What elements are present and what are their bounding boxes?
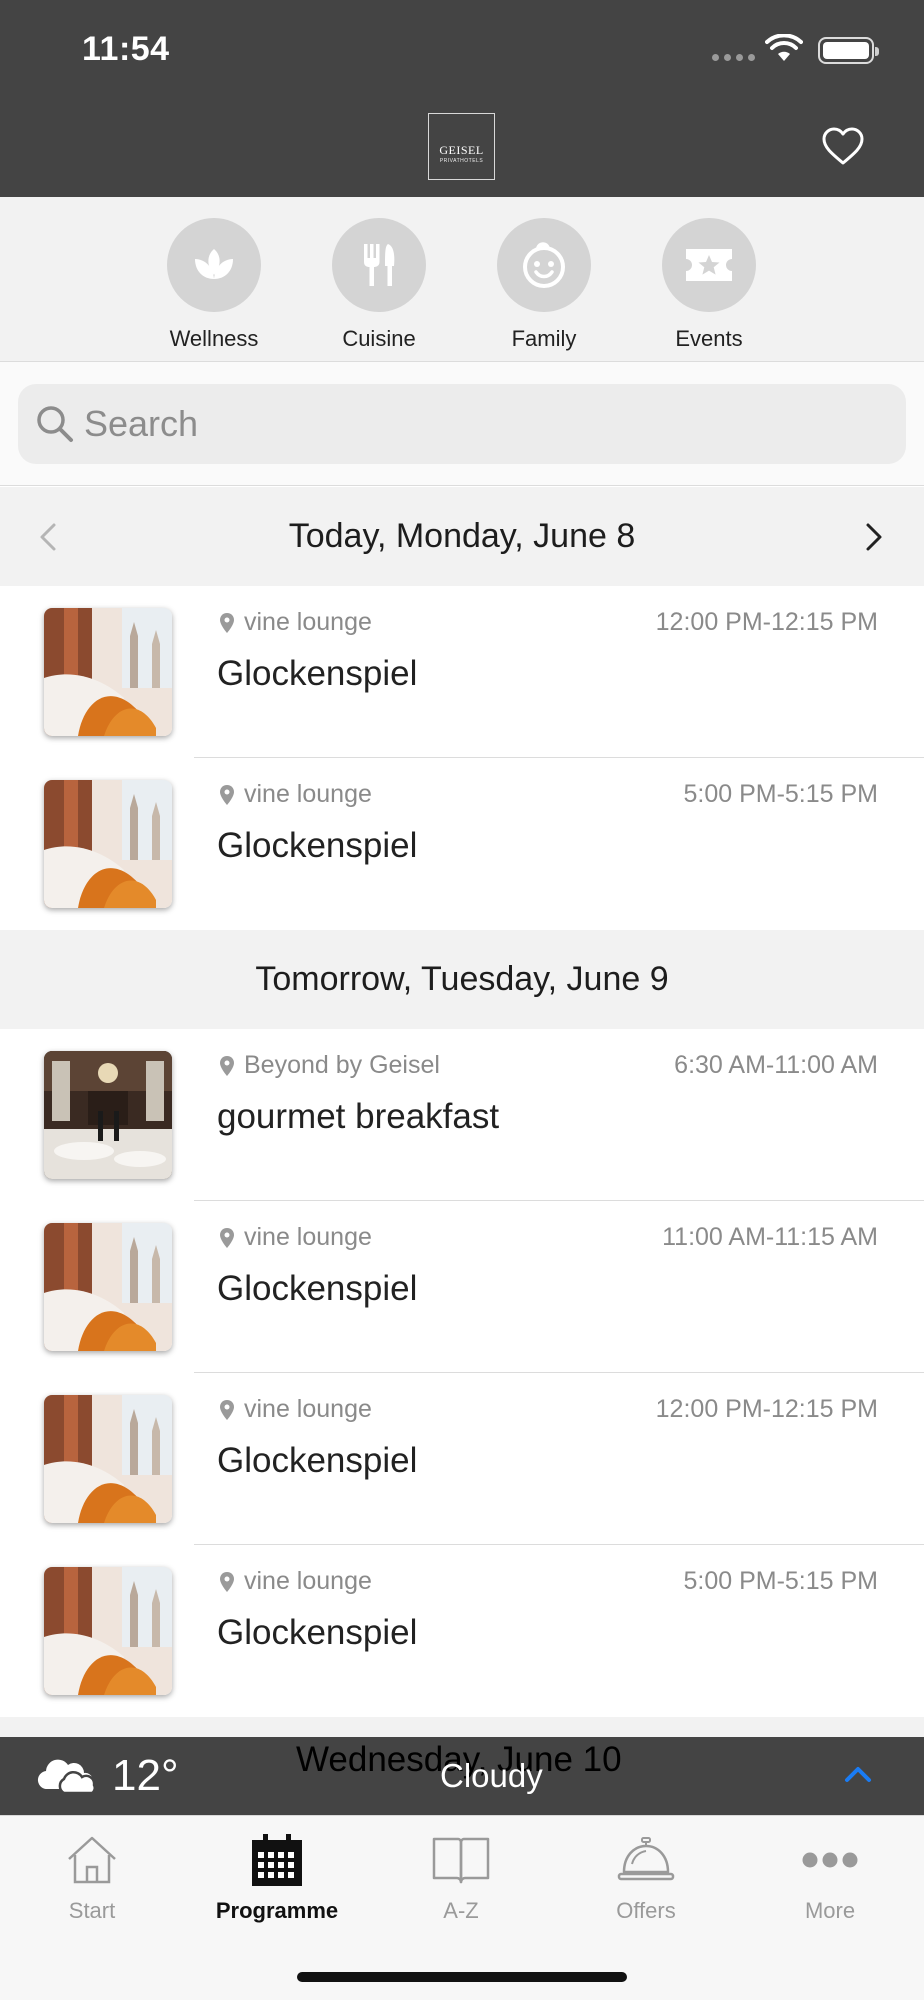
- event-row[interactable]: Beyond by Geisel 6:30 AM-11:00 AM gourme…: [0, 1029, 924, 1201]
- tab-label: A-Z: [443, 1898, 479, 1923]
- tab-start[interactable]: Start: [17, 1830, 167, 1924]
- event-row[interactable]: vine lounge 5:00 PM-5:15 PM Glockenspiel: [0, 1545, 924, 1717]
- battery-icon: [818, 37, 879, 64]
- search-input[interactable]: [84, 384, 884, 464]
- location-name: Beyond by Geisel: [244, 1051, 440, 1079]
- search-bar[interactable]: [18, 384, 906, 464]
- tab-label: Offers: [616, 1898, 676, 1923]
- book-icon: [431, 1830, 491, 1890]
- event-time: 5:00 PM-5:15 PM: [683, 1567, 878, 1595]
- category-family[interactable]: Family: [474, 218, 614, 352]
- weather-temperature: 12°: [112, 1751, 179, 1800]
- day-header-today: Today, Monday, June 8: [0, 487, 924, 586]
- location-name: vine lounge: [244, 1395, 372, 1423]
- logo-subtext: PRIVATHOTELS: [439, 158, 484, 164]
- event-row[interactable]: vine lounge 5:00 PM-5:15 PM Glockenspiel: [0, 758, 924, 930]
- event-title: gourmet breakfast: [217, 1097, 500, 1136]
- category-bar: Wellness Cuisine Family Events: [0, 197, 924, 362]
- event-row[interactable]: vine lounge 12:00 PM-12:15 PM Glockenspi…: [0, 1373, 924, 1545]
- event-row[interactable]: vine lounge 11:00 AM-11:15 AM Glockenspi…: [0, 1201, 924, 1373]
- search-area: [0, 362, 924, 486]
- event-title: Glockenspiel: [217, 826, 418, 865]
- day-header-tomorrow: Tomorrow, Tuesday, June 9: [0, 930, 924, 1029]
- location-name: vine lounge: [244, 780, 372, 808]
- category-label: Cuisine: [342, 326, 416, 351]
- category-cuisine[interactable]: Cuisine: [309, 218, 449, 352]
- tab-programme[interactable]: Programme: [202, 1830, 352, 1924]
- top-bar: 11:54 GEISEL PRIVATHOTELS: [0, 0, 924, 197]
- location-name: vine lounge: [244, 1223, 372, 1251]
- tab-label: More: [804, 1898, 856, 1923]
- event-location: vine lounge: [220, 1567, 372, 1596]
- weather-condition: Cloudy: [440, 1757, 543, 1794]
- event-thumbnail: [44, 1223, 172, 1351]
- category-label: Wellness: [169, 326, 259, 351]
- lotus-icon: [167, 218, 261, 312]
- fork-knife-icon: [332, 218, 426, 312]
- event-title: Glockenspiel: [217, 654, 418, 693]
- event-thumbnail: [44, 608, 172, 736]
- event-time: 6:30 AM-11:00 AM: [674, 1051, 878, 1079]
- wifi-icon: [765, 34, 803, 61]
- event-location: vine lounge: [220, 780, 372, 809]
- event-location: vine lounge: [220, 1223, 372, 1252]
- category-label: Family: [511, 326, 577, 351]
- tab-label: Start: [68, 1898, 116, 1923]
- search-icon: [37, 406, 73, 442]
- location-name: vine lounge: [244, 1567, 372, 1595]
- more-dots-icon: [800, 1830, 860, 1890]
- location-name: vine lounge: [244, 608, 372, 636]
- weather-bar[interactable]: Wednesday, June 10 12° Cloudy: [0, 1737, 924, 1815]
- event-time: 11:00 AM-11:15 AM: [662, 1223, 878, 1251]
- event-thumbnail: [44, 1567, 172, 1695]
- event-time: 12:00 PM-12:15 PM: [655, 1395, 878, 1423]
- favorites-heart-icon[interactable]: [821, 126, 865, 166]
- event-title: Glockenspiel: [217, 1441, 418, 1480]
- house-icon: [65, 1830, 119, 1890]
- calendar-icon: [250, 1830, 304, 1890]
- tab-a-z[interactable]: A-Z: [386, 1830, 536, 1924]
- smiley-icon: [497, 218, 591, 312]
- event-thumbnail: [44, 780, 172, 908]
- tab-label: Programme: [215, 1898, 339, 1923]
- tab-more[interactable]: More: [755, 1830, 905, 1924]
- cloudy-icon: [37, 1759, 96, 1795]
- chevron-up-icon[interactable]: [843, 1764, 873, 1784]
- category-wellness[interactable]: Wellness: [144, 218, 284, 352]
- service-bell-icon: [616, 1830, 676, 1890]
- event-time: 12:00 PM-12:15 PM: [655, 608, 878, 636]
- event-title: Glockenspiel: [217, 1613, 418, 1652]
- location-pin-icon: [220, 1399, 234, 1420]
- location-pin-icon: [220, 1571, 234, 1592]
- logo-text: GEISEL: [439, 143, 484, 157]
- status-time: 11:54: [82, 30, 170, 68]
- event-location: vine lounge: [220, 1395, 372, 1424]
- event-time: 5:00 PM-5:15 PM: [683, 780, 878, 808]
- day-label: Today, Monday, June 8: [288, 517, 636, 555]
- previous-day-chevron-icon[interactable]: [38, 522, 58, 552]
- event-location: Beyond by Geisel: [220, 1051, 440, 1080]
- geisel-logo[interactable]: GEISEL PRIVATHOTELS: [428, 113, 495, 180]
- tab-offers[interactable]: Offers: [571, 1830, 721, 1924]
- location-pin-icon: [220, 1055, 234, 1076]
- location-pin-icon: [220, 1227, 234, 1248]
- event-title: Glockenspiel: [217, 1269, 418, 1308]
- event-location: vine lounge: [220, 608, 372, 637]
- ticket-star-icon: [662, 218, 756, 312]
- next-day-chevron-icon[interactable]: [864, 522, 884, 552]
- day-label: Tomorrow, Tuesday, June 9: [255, 960, 669, 998]
- location-pin-icon: [220, 784, 234, 805]
- home-indicator: [297, 1972, 627, 1982]
- event-thumbnail: [44, 1051, 172, 1179]
- location-pin-icon: [220, 612, 234, 633]
- category-events[interactable]: Events: [639, 218, 779, 352]
- event-thumbnail: [44, 1395, 172, 1523]
- category-label: Events: [675, 326, 743, 351]
- event-row[interactable]: vine lounge 12:00 PM-12:15 PM Glockenspi…: [0, 586, 924, 758]
- cellular-signal-icon: [712, 54, 755, 61]
